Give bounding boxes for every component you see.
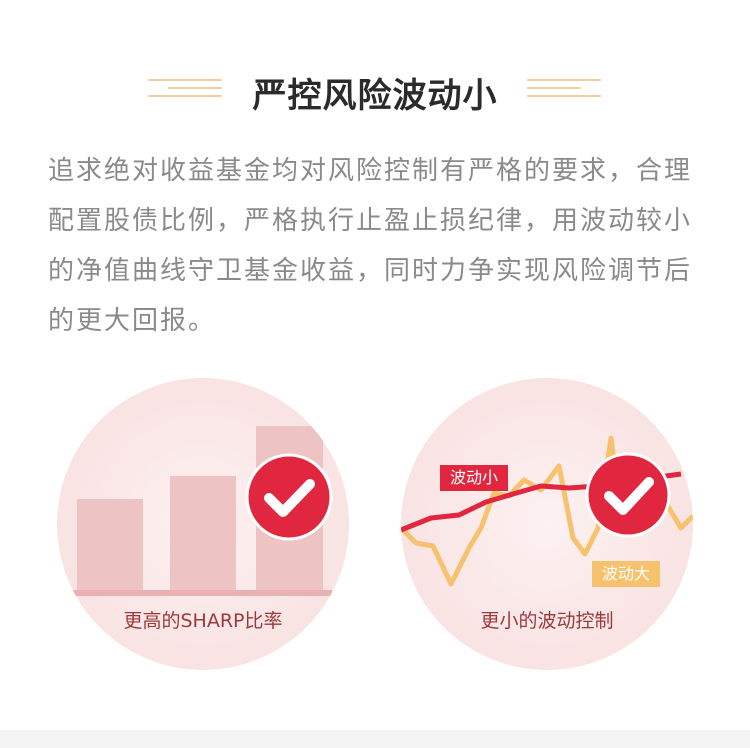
chart-baseline xyxy=(72,590,332,596)
description-text: 追求绝对收益基金均对风险控制有严格的要求，合理配置股债比例，严格执行止盈止损纪律… xyxy=(48,156,693,336)
bar-short xyxy=(77,499,143,593)
check-badge-icon xyxy=(585,452,671,538)
high-volatility-tag: 波动大 xyxy=(592,561,661,587)
sharp-ratio-panel: 更高的SHARP比率 xyxy=(57,378,349,670)
volatility-label: 更小的波动控制 xyxy=(480,610,614,632)
section-header: 严控风险波动小 xyxy=(0,62,750,116)
page-title: 严控风险波动小 xyxy=(252,76,498,116)
volatility-panel: 波动小 波动大 更小的波动控制 xyxy=(401,378,693,670)
footer-divider xyxy=(0,730,750,748)
check-badge-icon xyxy=(245,453,333,541)
sharp-ratio-label: 更高的SHARP比率 xyxy=(123,610,283,632)
low-volatility-tag: 波动小 xyxy=(440,465,509,491)
bar-medium xyxy=(170,476,236,593)
title-decoration-right xyxy=(527,76,601,100)
